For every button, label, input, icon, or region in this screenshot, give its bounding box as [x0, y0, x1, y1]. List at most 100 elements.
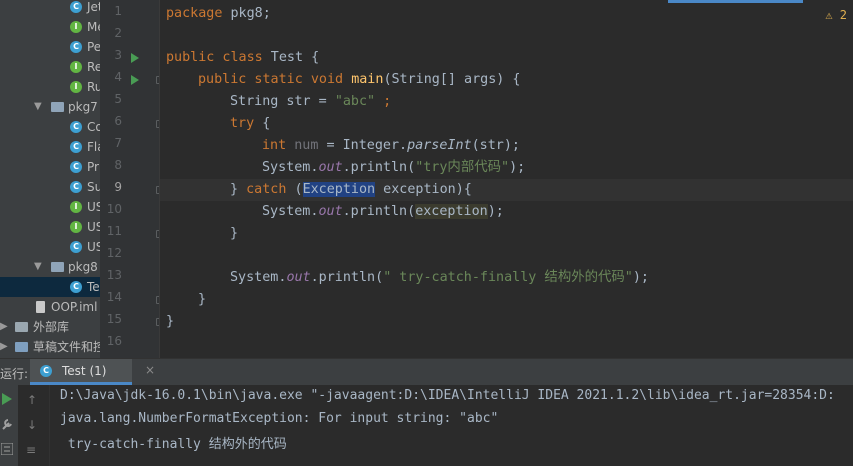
code-line-8: System.out.println("try内部代码");: [262, 160, 526, 175]
line-number: 5: [114, 92, 122, 106]
tree-item[interactable]: ▼ pkg8: [0, 257, 100, 277]
line-number: 11: [106, 224, 122, 238]
arrow-down-icon[interactable]: ↓: [27, 418, 37, 432]
console-line-output: try-catch-finally 结构外的代码: [60, 437, 287, 452]
tree-item[interactable]: I US: [0, 197, 100, 217]
line-number: 1: [114, 4, 122, 18]
code-line-3: public class Test {: [166, 50, 320, 65]
code-line-4: public static void main(String[] args) {: [198, 72, 521, 87]
tree-item-label: Su: [87, 180, 100, 194]
java-class-icon: C: [70, 181, 82, 193]
module-file-icon: [36, 301, 45, 313]
run-tab-label: Test (1): [62, 364, 107, 378]
tree-item-label: US: [87, 200, 100, 214]
java-class-icon: C: [70, 121, 82, 133]
scratch-icon: [15, 342, 28, 352]
tree-item-label: pkg8: [68, 260, 98, 274]
line-number: 12: [106, 246, 122, 260]
line-number: 6: [114, 114, 122, 128]
tree-item[interactable]: C US: [0, 237, 100, 257]
tree-item[interactable]: I Re: [0, 57, 100, 77]
tree-item[interactable]: C Co: [0, 117, 100, 137]
tree-item[interactable]: I US: [0, 217, 100, 237]
soft-wrap-icon[interactable]: ≡: [26, 443, 36, 457]
code-line-5: String str = "abc" ;: [230, 94, 392, 109]
line-number-current: 9: [114, 180, 122, 194]
run-navigation-toolbar: ↑ ↓ ≡: [18, 385, 50, 466]
tree-item[interactable]: C Te: [0, 277, 100, 297]
java-class-icon: C: [40, 365, 52, 377]
tree-item[interactable]: ▶ 外部库: [0, 317, 100, 337]
java-class-icon: C: [70, 41, 82, 53]
rerun-icon[interactable]: [1, 393, 13, 405]
java-class-icon: C: [70, 161, 82, 173]
line-number: 13: [106, 268, 122, 282]
run-toolbar: [0, 385, 18, 466]
tree-item[interactable]: I Me: [0, 17, 100, 37]
tree-item-label: 草稿文件和控: [33, 340, 100, 354]
java-class-icon: C: [70, 281, 82, 293]
run-console[interactable]: D:\Java\jdk-16.0.1\bin\java.exe "-javaag…: [50, 385, 853, 466]
code-line-15: }: [166, 314, 175, 329]
tree-item-label: Me: [87, 20, 100, 34]
tree-item[interactable]: C Fla: [0, 137, 100, 157]
java-interface-icon: I: [70, 61, 82, 73]
chevron-down-icon[interactable]: ▼: [34, 97, 42, 117]
code-line-11: }: [230, 226, 239, 241]
java-class-icon: C: [70, 141, 82, 153]
library-icon: [15, 322, 28, 332]
selected-identifier: Exception: [302, 182, 376, 197]
chevron-down-icon[interactable]: ▼: [34, 257, 42, 277]
line-number: 14: [106, 290, 122, 304]
arrow-up-icon[interactable]: ↑: [27, 393, 37, 407]
line-number: 16: [106, 334, 122, 348]
console-line-command: D:\Java\jdk-16.0.1\bin\java.exe "-javaag…: [60, 388, 835, 403]
code-line-1: package pkg8;: [166, 6, 271, 21]
tree-item-label: pkg7: [68, 100, 98, 114]
tree-item[interactable]: C Pri: [0, 157, 100, 177]
run-panel-header: 运行: C Test (1) ×: [0, 358, 853, 385]
java-interface-icon: I: [70, 81, 82, 93]
tree-item[interactable]: ▶ 草稿文件和控: [0, 337, 100, 357]
close-icon[interactable]: ×: [145, 363, 155, 377]
code-line-7: int num = Integer.parseInt(str);: [262, 138, 520, 153]
settings-icon[interactable]: [1, 443, 13, 455]
tree-item-label: Te: [87, 280, 100, 294]
run-class-icon[interactable]: [131, 53, 139, 63]
tree-item[interactable]: C Su: [0, 177, 100, 197]
tree-item[interactable]: I Ru: [0, 77, 100, 97]
java-interface-icon: I: [70, 21, 82, 33]
run-main-icon[interactable]: [131, 75, 139, 85]
java-interface-icon: I: [70, 201, 82, 213]
warning-indicator[interactable]: ⚠ 2: [825, 8, 847, 22]
line-number: 8: [114, 158, 122, 172]
code-line-9: } catch (Exception exception){: [230, 182, 472, 197]
line-number: 3: [114, 48, 122, 62]
editor-scroll-indicator: [668, 0, 803, 3]
console-line-exception: java.lang.NumberFormatException: For inp…: [60, 411, 499, 426]
wrench-icon[interactable]: [1, 418, 13, 430]
code-line-10: System.out.println(exception);: [262, 204, 504, 219]
tree-item[interactable]: ▼ pkg7: [0, 97, 100, 117]
tree-item-label: Fla: [87, 140, 100, 154]
tree-item-label: Co: [87, 120, 100, 134]
tree-item[interactable]: C Pe: [0, 37, 100, 57]
tree-item-label: US: [87, 240, 100, 254]
tree-item-label: OOP.iml: [51, 300, 98, 314]
tree-item-label: 外部库: [33, 320, 70, 334]
code-line-13: System.out.println(" try-catch-finally 结…: [230, 270, 649, 285]
chevron-right-icon[interactable]: ▶: [0, 337, 8, 357]
run-panel-label: 运行:: [0, 367, 29, 381]
tree-item[interactable]: C Jet: [0, 0, 100, 17]
tree-item-label: Re: [87, 60, 100, 74]
chevron-right-icon[interactable]: ▶: [0, 317, 8, 337]
tree-item-label: Pe: [87, 40, 100, 54]
tree-item-label: Ru: [87, 80, 100, 94]
editor-gutter: 1 2 3 4 5 6 7 8 9 10 11 12 13 14 15 16: [100, 0, 162, 358]
tree-item-label: US: [87, 220, 100, 234]
package-folder-icon: [51, 262, 64, 272]
tree-item[interactable]: OOP.iml: [0, 297, 100, 317]
code-editor[interactable]: package pkg8; public class Test { public…: [160, 0, 853, 358]
run-tab-test[interactable]: C Test (1) ×: [30, 359, 155, 385]
project-tree: CJetIMeCPeIReIRu▼pkg7CCoCFlaCPriCSuIUSIU…: [0, 0, 100, 358]
